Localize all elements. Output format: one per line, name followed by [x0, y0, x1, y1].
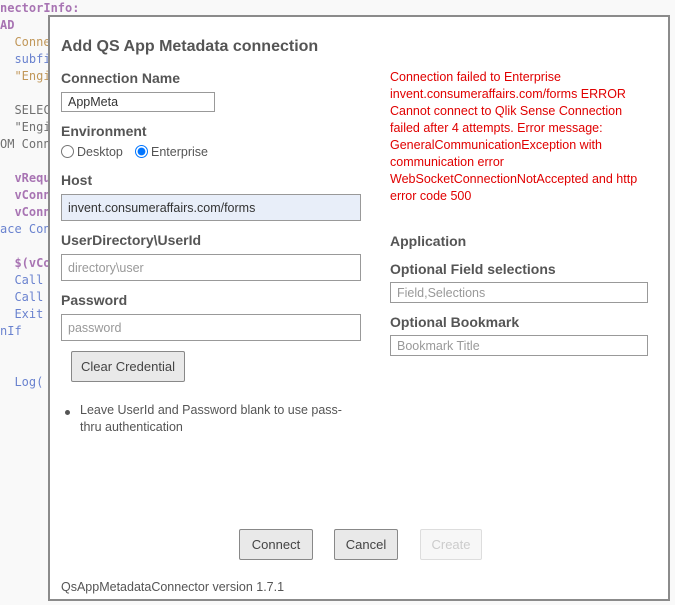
enterprise-radio-label: Enterprise — [151, 145, 208, 159]
desktop-radio[interactable] — [61, 145, 74, 158]
connection-dialog: Add QS App Metadata connection Connectio… — [48, 15, 670, 601]
credentials-note: Leave UserId and Password blank to use p… — [80, 403, 342, 434]
enterprise-radio[interactable] — [135, 145, 148, 158]
create-button[interactable]: Create — [420, 529, 482, 560]
optional-bookmark-label: Optional Bookmark — [390, 314, 520, 330]
note-bullet — [65, 410, 70, 415]
application-label: Application — [390, 233, 467, 249]
host-input[interactable] — [61, 194, 361, 221]
desktop-radio-label: Desktop — [77, 145, 123, 159]
connection-name-label: Connection Name — [61, 70, 181, 86]
userid-input[interactable] — [61, 254, 361, 281]
dialog-title: Add QS App Metadata connection — [61, 38, 319, 55]
userid-label: UserDirectory\UserId — [61, 232, 202, 248]
optional-fields-input[interactable] — [390, 282, 648, 303]
optional-bookmark-input[interactable] — [390, 335, 648, 356]
password-label: Password — [61, 292, 128, 308]
host-label: Host — [61, 172, 93, 188]
clear-credential-button[interactable]: Clear Credential — [71, 351, 185, 382]
connector-version: QsAppMetadataConnector version 1.7.1 — [61, 580, 285, 594]
password-input[interactable] — [61, 314, 361, 341]
connection-error-message: Connection failed to Enterprise invent.c… — [390, 70, 638, 203]
connection-name-input[interactable] — [61, 92, 215, 112]
environment-label: Environment — [61, 123, 147, 139]
connect-button[interactable]: Connect — [239, 529, 313, 560]
optional-fields-label: Optional Field selections — [390, 261, 556, 277]
cancel-button[interactable]: Cancel — [334, 529, 398, 560]
